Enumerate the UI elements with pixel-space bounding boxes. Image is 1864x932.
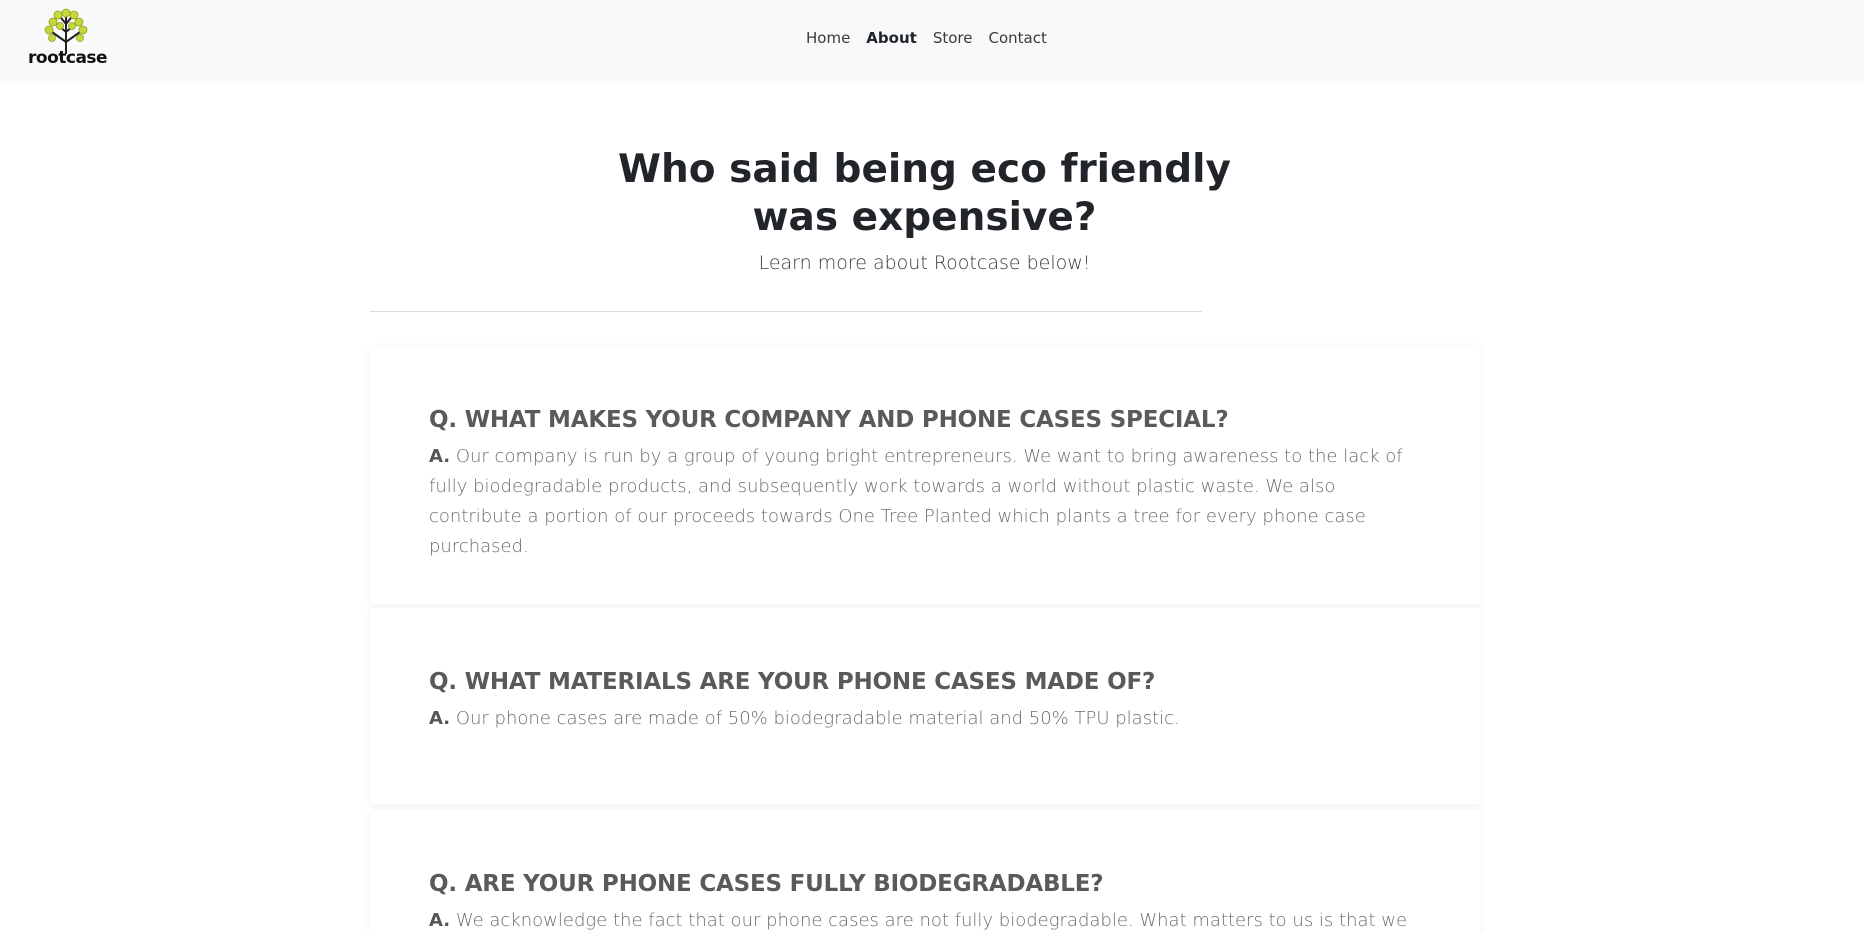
brand-wordmark: rootcase (28, 48, 108, 68)
answer-text: We acknowledge the fact that our phone c… (455, 910, 1408, 931)
nav-link-about[interactable]: About (866, 29, 917, 51)
faq-question: Q. WHAT MATERIALS ARE YOUR PHONE CASES M… (429, 669, 1155, 695)
faq-card: Q. WHAT MAKES YOUR COMPANY AND PHONE CAS… (370, 346, 1480, 604)
question-prefix: Q. (429, 871, 457, 897)
question-text: WHAT MAKES YOUR COMPANY AND PHONE CASES … (464, 407, 1229, 433)
faq-card: Q. WHAT MATERIALS ARE YOUR PHONE CASES M… (370, 608, 1480, 804)
faq-question: Q. WHAT MAKES YOUR COMPANY AND PHONE CAS… (429, 407, 1229, 433)
nav-link-store[interactable]: Store (933, 29, 973, 51)
page-title-line-2: was expensive? (752, 195, 1097, 240)
nav-link-home[interactable]: Home (806, 29, 850, 51)
answer-prefix: A. (429, 910, 451, 931)
question-text: ARE YOUR PHONE CASES FULLY BIODEGRADABLE… (464, 871, 1104, 897)
top-navbar: rootcase Home About Store Contact (0, 0, 1864, 83)
section-divider (370, 311, 1202, 312)
question-text: WHAT MATERIALS ARE YOUR PHONE CASES MADE… (464, 669, 1156, 695)
answer-prefix: A. (429, 446, 451, 467)
answer-text: Our company is run by a group of young b… (429, 446, 1403, 557)
faq-answer: A. Our phone cases are made of 50% biode… (429, 704, 1409, 734)
faq-answer: A. Our company is run by a group of youn… (429, 442, 1409, 562)
question-prefix: Q. (429, 407, 457, 433)
answer-text: Our phone cases are made of 50% biodegra… (455, 708, 1180, 729)
page-subtitle: Learn more about Rootcase below! (758, 252, 1091, 274)
nav-link-contact[interactable]: Contact (988, 29, 1046, 51)
page-title: Who said being eco friendly was expensiv… (582, 146, 1267, 242)
brand-logo[interactable]: rootcase (28, 8, 108, 72)
faq-question: Q. ARE YOUR PHONE CASES FULLY BIODEGRADA… (429, 871, 1104, 897)
faq-card: Q. ARE YOUR PHONE CASES FULLY BIODEGRADA… (370, 810, 1480, 932)
main-nav: Home About Store Contact (806, 29, 1047, 51)
answer-prefix: A. (429, 708, 451, 729)
faq-answer: A. We acknowledge the fact that our phon… (429, 906, 1439, 932)
page-title-line-1: Who said being eco friendly (618, 147, 1231, 192)
question-prefix: Q. (429, 669, 457, 695)
